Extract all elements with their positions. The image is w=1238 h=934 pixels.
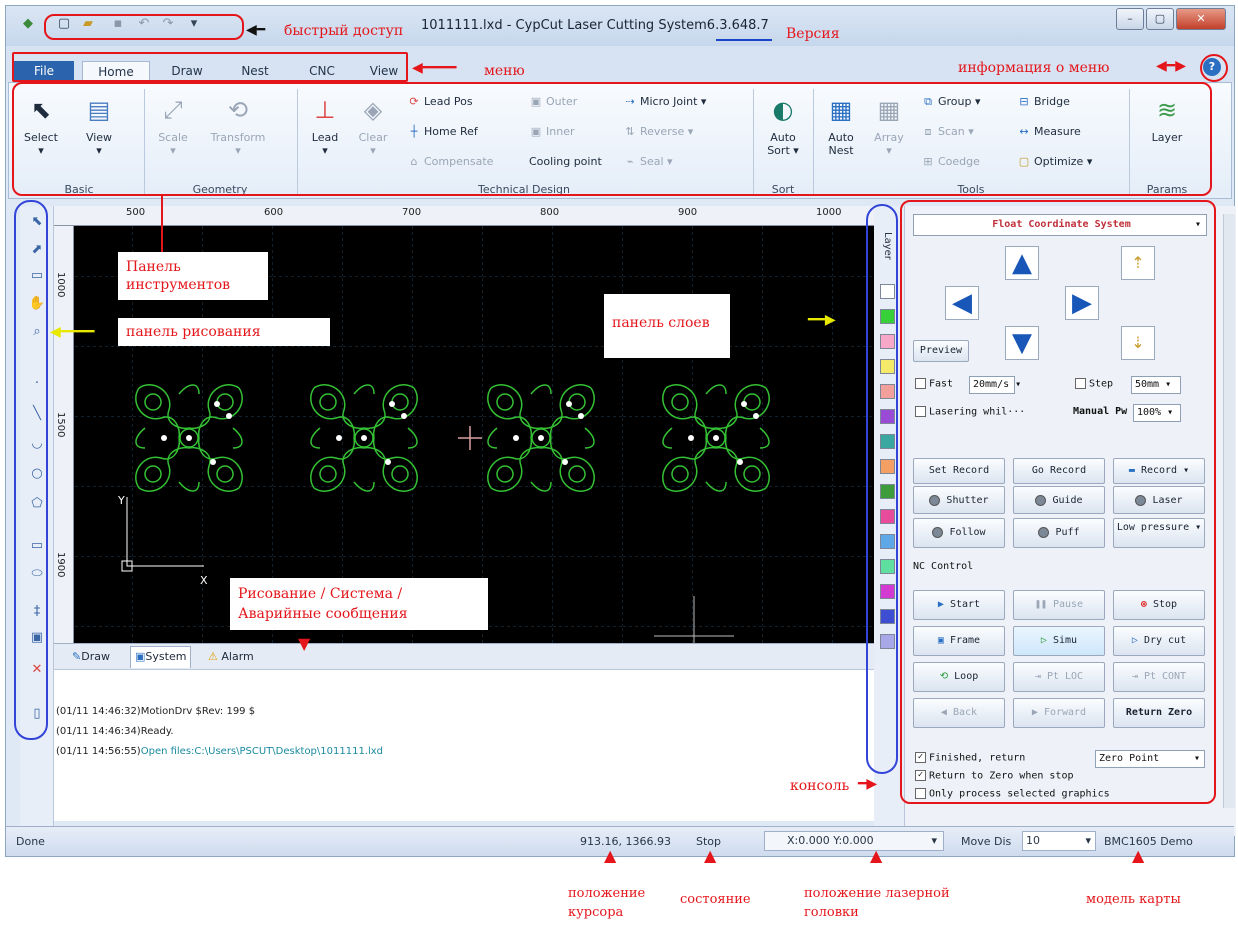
annotation-arrow: ◀━▶ <box>1156 58 1186 74</box>
draw-toolbar-highlight <box>14 200 48 740</box>
cursor-position: 913.16, 1366.93 <box>580 835 671 848</box>
console-highlight <box>900 200 1216 804</box>
card-model: BMC1605 Demo <box>1104 835 1193 848</box>
version-underline <box>716 39 772 41</box>
annotation-arrow: ◀━━━━ <box>412 60 457 76</box>
log-line: (01/11 14:46:34)Ready. <box>56 726 174 737</box>
ribbon-highlight <box>12 82 1212 196</box>
ruler-label: 800 <box>540 207 560 218</box>
tab-draw-messages[interactable]: ✎Draw <box>68 647 114 667</box>
annotation-arrow: ◀━━━━ <box>50 324 95 340</box>
move-dis-input[interactable]: 10 ▾ <box>1022 831 1096 851</box>
ruler-label: 900 <box>678 207 698 218</box>
ruler-label: 700 <box>402 207 422 218</box>
quick-access-highlight <box>44 14 244 40</box>
ruler-vertical: 1000 1500 1900 <box>54 226 74 643</box>
ruler-label: 1500 <box>55 412 66 438</box>
ruler-label: 1000 <box>55 272 66 298</box>
console-scrollbar[interactable] <box>1223 214 1235 808</box>
annotation-state: состояние <box>680 892 751 907</box>
ruler-label: 1000 <box>816 207 842 218</box>
menu-highlight <box>12 52 408 82</box>
annotation-menu-info: информация о меню <box>958 60 1110 76</box>
annotation-arrow: ▲ <box>870 846 883 865</box>
move-dis-label: Move Dis <box>961 835 1012 848</box>
annotation-menu: меню <box>484 63 525 79</box>
annotation-toolbar-panel: Панель инструментов <box>118 252 268 300</box>
log-line: (01/11 14:46:32)MotionDrv $Rev: 199 $ <box>56 706 256 717</box>
status-text: Done <box>16 835 45 848</box>
window-title: 1011111.lxd - CypCut Laser Cutting Syste… <box>421 18 769 33</box>
annotation-drawing-panel: панель рисования <box>118 318 330 346</box>
message-log: (01/11 14:46:32)MotionDrv $Rev: 199 $ (0… <box>54 669 874 821</box>
annotation-card-model: модель карты <box>1086 892 1181 907</box>
annotation-arrow: ━▶ <box>858 776 878 792</box>
head-position-select[interactable]: X:0.000 Y:0.000 ▾ <box>764 831 944 851</box>
axis-y-label: Y <box>118 494 125 507</box>
ruler-label: 600 <box>264 207 284 218</box>
axis-x-label: X <box>200 574 208 587</box>
log-line: (01/11 14:56:55)Open files:C:\Users\PSCU… <box>56 746 384 757</box>
annotation-version: Версия <box>786 26 840 42</box>
annotation-arrow: ▼ <box>298 634 311 653</box>
ruler-label: 1900 <box>55 552 66 578</box>
annotation-laser-head-pos: положение лазерной головки <box>804 886 950 920</box>
annotation-console: консоль <box>790 778 850 794</box>
annotation-arrow: ▲ <box>704 846 717 865</box>
app-logo-icon: ◆ <box>23 16 33 31</box>
annotation-arrow: ▲ <box>604 846 617 865</box>
status-bar: Done 913.16, 1366.93 Stop X:0.000 Y:0.00… <box>6 826 1234 856</box>
annotation-layers-panel: панель слоев <box>604 294 730 358</box>
message-tabs: ✎Draw ▣System ⚠ Alarm <box>54 643 874 669</box>
help-highlight <box>1200 54 1228 82</box>
close-button[interactable]: ✕ <box>1176 8 1226 30</box>
maximize-button[interactable]: ▢ <box>1146 8 1174 30</box>
layer-panel-highlight <box>866 204 898 774</box>
annotation-arrow: ◀━ <box>246 22 266 38</box>
annotation-arrow <box>161 196 163 254</box>
ruler-horizontal: 500 600 700 800 900 1000 <box>54 206 874 226</box>
version-label: 6.3.648.7 <box>706 18 769 33</box>
annotation-messages: Рисование / Система / Аварийные сообщени… <box>230 578 488 630</box>
ruler-label: 500 <box>126 207 146 218</box>
annotation-arrow: ▲ <box>1132 846 1145 865</box>
annotation-cursor-pos: положение курсора <box>568 886 646 920</box>
minimize-button[interactable]: – <box>1116 8 1144 30</box>
annotation-quick-access: быстрый доступ <box>284 23 404 39</box>
tab-alarm-messages[interactable]: ⚠ Alarm <box>204 647 258 667</box>
annotation-arrow: ━━▶ <box>808 312 836 328</box>
tab-system-messages[interactable]: ▣System <box>130 646 192 668</box>
